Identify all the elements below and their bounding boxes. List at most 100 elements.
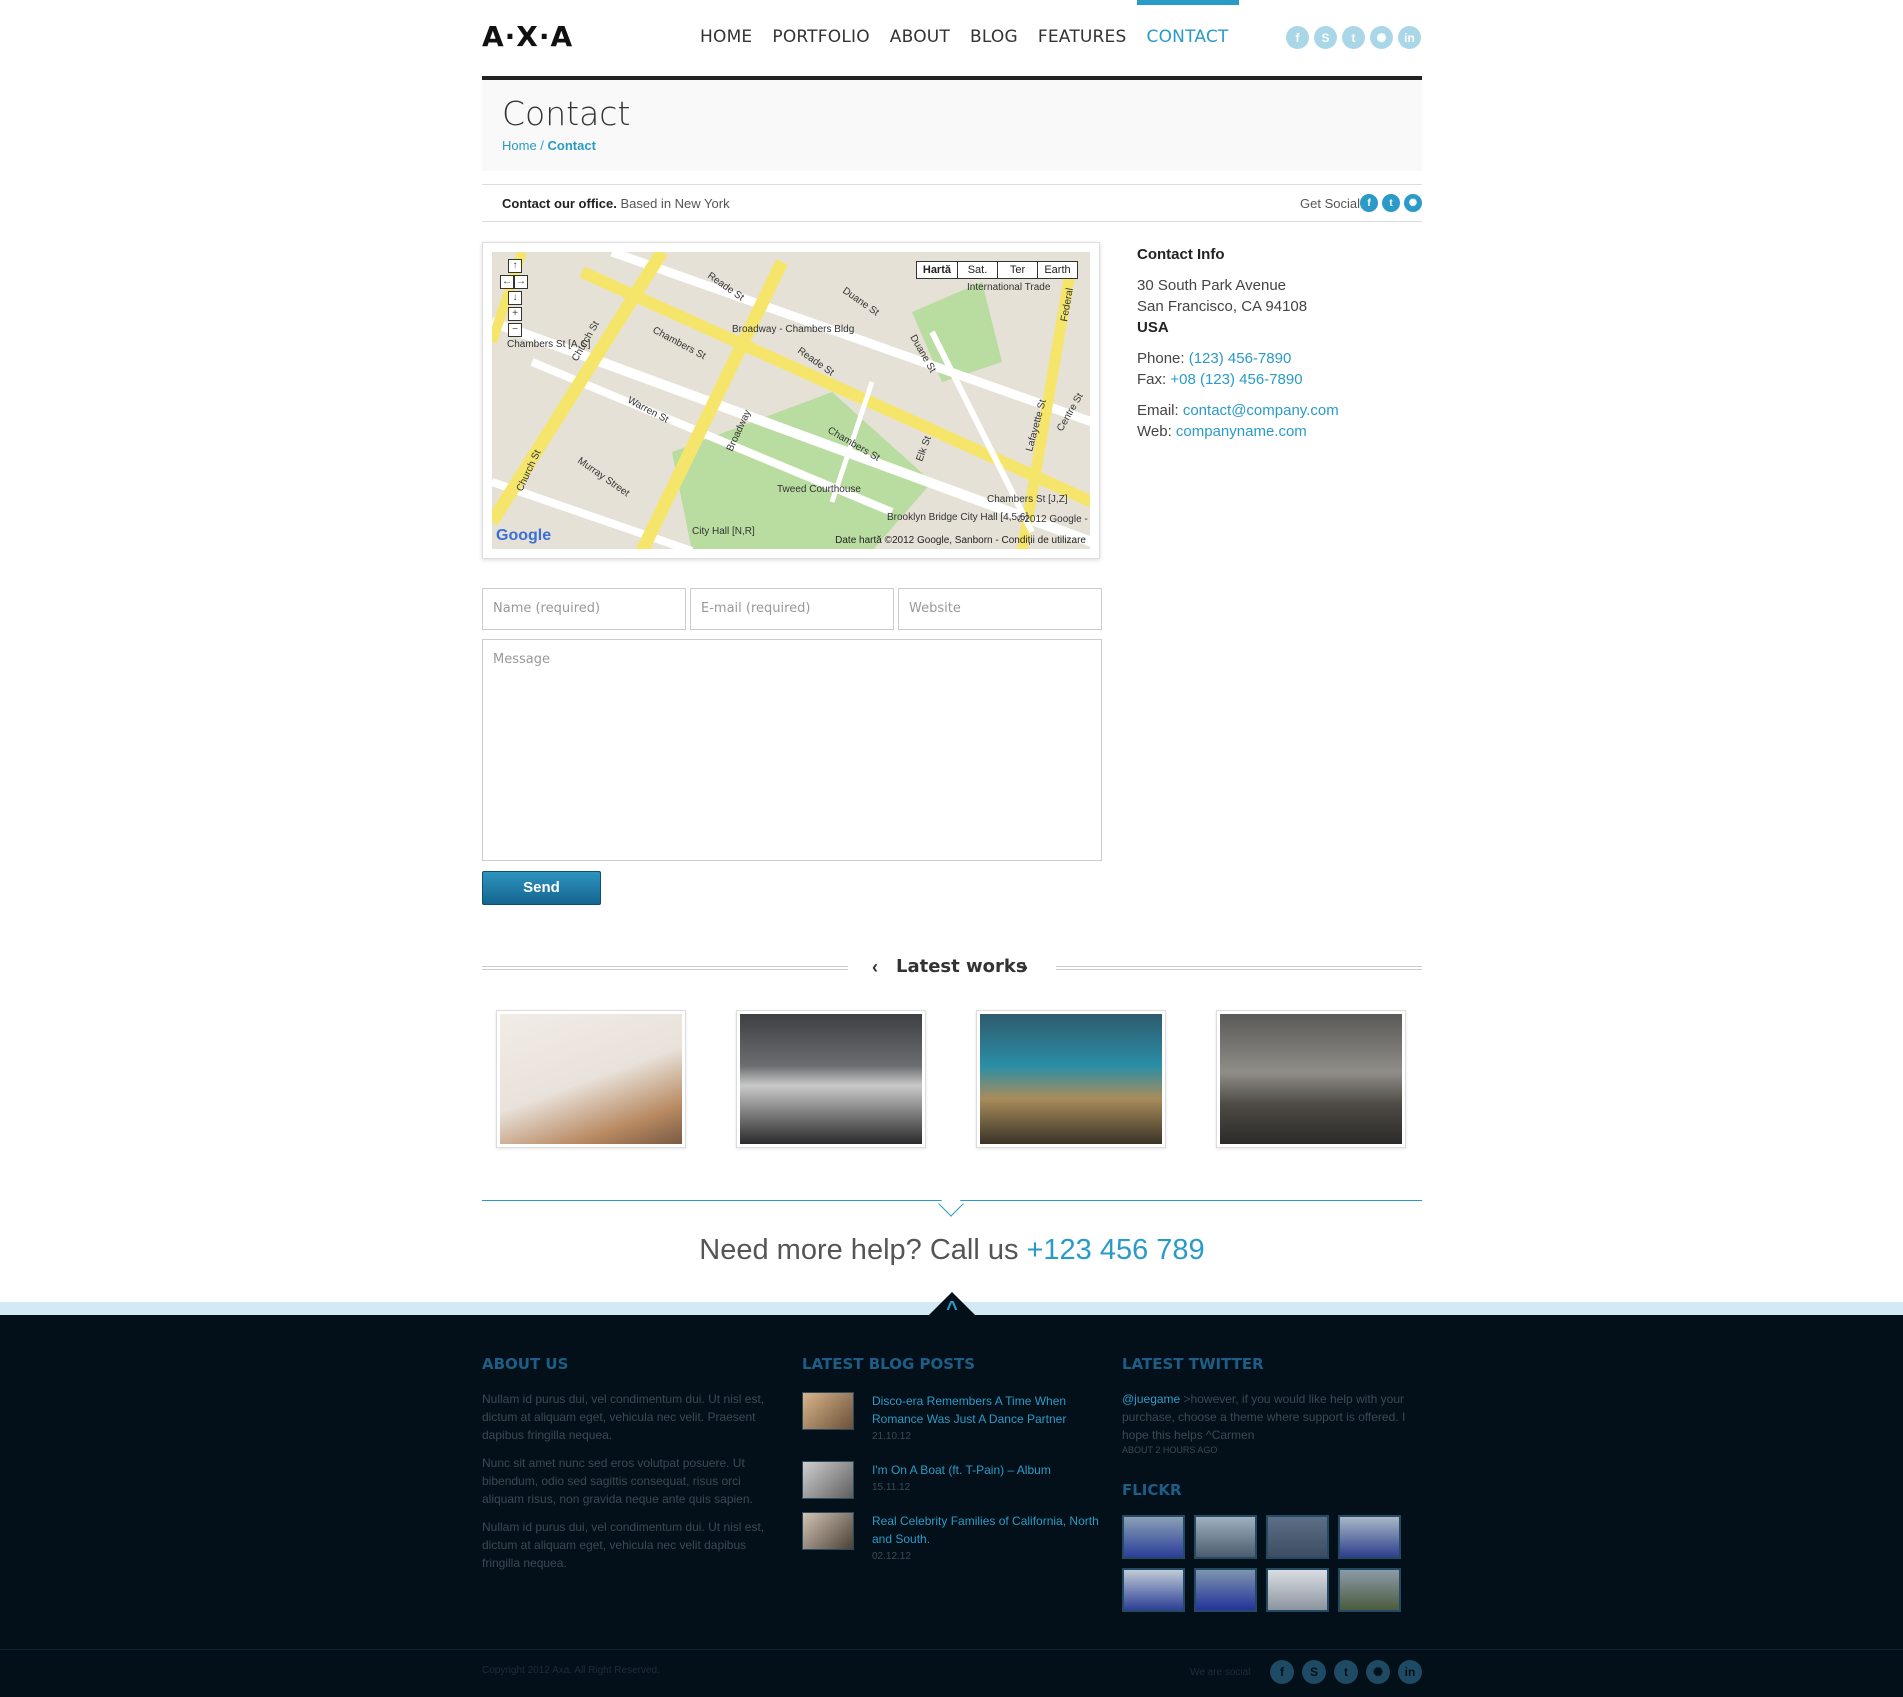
divider — [1056, 966, 1422, 970]
flickr-thumbnail[interactable] — [1338, 1568, 1401, 1612]
flickr-thumbnail[interactable] — [1266, 1568, 1329, 1612]
work-thumbnail[interactable] — [736, 1010, 926, 1148]
breadcrumb-home[interactable]: Home — [502, 138, 537, 153]
flickr-thumbnail[interactable] — [1194, 1515, 1257, 1559]
latest-works-title: Latest works — [896, 956, 1027, 977]
flickr-thumbnail[interactable] — [1122, 1568, 1185, 1612]
work-image — [740, 1014, 922, 1144]
skype-icon[interactable]: S — [1302, 1660, 1326, 1684]
phone-label: Phone: — [1137, 350, 1189, 367]
nav-features[interactable]: FEATURES — [1028, 0, 1137, 60]
dribbble-icon[interactable]: ✺ — [1370, 26, 1393, 49]
dribbble-icon[interactable]: ✺ — [1404, 194, 1422, 212]
email-input[interactable]: E-mail (required) — [690, 588, 894, 630]
website-input[interactable]: Website — [898, 588, 1102, 630]
map-label: Elk St — [914, 435, 933, 464]
linkedin-icon[interactable]: in — [1398, 1660, 1422, 1684]
map-label: Chambers St — [826, 425, 882, 464]
map-type-earth[interactable]: Earth — [1037, 262, 1077, 278]
map-type-map[interactable]: Hartă — [917, 262, 957, 278]
we-are-social-label: We are social — [1190, 1667, 1251, 1678]
map-type-terrain[interactable]: Ter — [997, 262, 1037, 278]
address-country: USA — [1137, 319, 1169, 336]
nav-portfolio[interactable]: PORTFOLIO — [762, 0, 879, 60]
map-label: Tweed Courthouse — [777, 484, 861, 495]
map-type-satellite[interactable]: Sat. — [957, 262, 997, 278]
help-phone[interactable]: +123 456 789 — [1026, 1234, 1204, 1266]
blog-post-title[interactable]: Real Celebrity Families of California, N… — [872, 1514, 1099, 1546]
map-label: Warren St — [626, 395, 671, 426]
pan-up-icon[interactable]: ↑ — [508, 259, 522, 273]
dribbble-icon[interactable]: ✺ — [1366, 1660, 1390, 1684]
email-link[interactable]: contact@company.com — [1183, 402, 1339, 419]
blog-thumbnail[interactable] — [802, 1512, 854, 1550]
help-callout: Need more help? Call us +123 456 789 — [482, 1234, 1422, 1267]
facebook-icon[interactable]: f — [1360, 194, 1378, 212]
blog-thumbnail[interactable] — [802, 1461, 854, 1499]
name-input[interactable]: Name (required) — [482, 588, 686, 630]
work-thumbnail[interactable] — [496, 1010, 686, 1148]
google-logo[interactable]: Google — [496, 527, 551, 545]
message-textarea[interactable]: Message — [482, 639, 1102, 861]
work-thumbnail[interactable] — [1216, 1010, 1406, 1148]
flickr-thumbnail[interactable] — [1122, 1515, 1185, 1559]
map-label: Lafayette St — [1024, 398, 1048, 453]
flickr-thumbnail[interactable] — [1194, 1568, 1257, 1612]
twitter-icon[interactable]: t — [1342, 26, 1365, 49]
about-paragraph: Nullam id purus dui, vel condimentum dui… — [482, 1392, 765, 1442]
blog-post-title[interactable]: Disco-era Remembers A Time When Romance … — [872, 1394, 1066, 1426]
google-map[interactable]: Chambers St [A,C] Church St Reade St Cha… — [482, 242, 1100, 559]
blog-heading: LATEST BLOG POSTS — [802, 1355, 976, 1373]
tweet-user-link[interactable]: @juegame — [1122, 1392, 1180, 1406]
info-bar: Contact our office. Based in New York Ge… — [482, 184, 1422, 222]
works-prev-button[interactable]: ‹ — [872, 957, 878, 978]
nav-home[interactable]: HOME — [690, 0, 762, 60]
site-logo[interactable]: A·X·A — [482, 20, 573, 53]
map-label: Murray Street — [575, 455, 631, 499]
about-heading: ABOUT US — [482, 1355, 569, 1373]
email-label: Email: — [1137, 402, 1183, 419]
map-label: Broadway - Chambers Bldg — [732, 324, 854, 335]
map-label: Duane St — [907, 333, 937, 375]
phone-link[interactable]: (123) 456-7890 — [1189, 350, 1292, 367]
twitter-icon[interactable]: t — [1382, 194, 1400, 212]
pan-right-icon[interactable]: → — [514, 275, 528, 289]
breadcrumb-current: Contact — [547, 138, 596, 153]
page-title-bar: Contact Home / Contact — [482, 76, 1422, 171]
page-title: Contact — [502, 94, 631, 133]
linkedin-icon[interactable]: in — [1398, 26, 1421, 49]
blog-thumbnail[interactable] — [802, 1392, 854, 1430]
facebook-icon[interactable]: f — [1270, 1660, 1294, 1684]
map-label: Reade St — [705, 270, 746, 303]
map-label: Centre St — [1055, 391, 1086, 433]
work-thumbnail[interactable] — [976, 1010, 1166, 1148]
help-text: Need more help? Call us — [699, 1234, 1019, 1266]
pan-left-icon[interactable]: ← — [500, 275, 514, 289]
map-label: Chambers St [J,Z] — [987, 494, 1068, 505]
footer-social: f S t ✺ in — [1270, 1660, 1422, 1684]
web-row: Web: companyname.com — [1137, 421, 1339, 442]
web-link[interactable]: companyname.com — [1176, 423, 1307, 440]
nav-contact[interactable]: CONTACT — [1136, 0, 1239, 60]
fax-link[interactable]: +08 (123) 456-7890 — [1170, 371, 1302, 388]
works-next-button[interactable]: › — [1022, 957, 1028, 978]
pan-down-icon[interactable]: ↓ — [508, 291, 522, 305]
send-button[interactable]: Send — [482, 871, 601, 905]
facebook-icon[interactable]: f — [1286, 26, 1309, 49]
flickr-thumbnail[interactable] — [1266, 1515, 1329, 1559]
skype-icon[interactable]: S — [1314, 26, 1337, 49]
chevron-up-icon[interactable]: ^ — [940, 1298, 964, 1321]
fax-row: Fax: +08 (123) 456-7890 — [1137, 369, 1339, 390]
zoom-in-icon[interactable]: + — [508, 307, 522, 321]
work-image — [500, 1014, 682, 1144]
zoom-out-icon[interactable]: − — [508, 323, 522, 337]
map-pan-zoom-control[interactable]: ↑ ← → ↓ + − — [500, 259, 532, 339]
map-canvas[interactable]: Chambers St [A,C] Church St Reade St Cha… — [492, 252, 1090, 549]
flickr-thumbnail[interactable] — [1338, 1515, 1401, 1559]
twitter-icon[interactable]: t — [1334, 1660, 1358, 1684]
about-text: Nullam id purus dui, vel condimentum dui… — [482, 1390, 772, 1582]
blog-post-title[interactable]: I'm On A Boat (ft. T-Pain) – Album — [872, 1463, 1051, 1477]
map-label: Chambers St — [651, 325, 708, 362]
nav-about[interactable]: ABOUT — [880, 0, 960, 60]
nav-blog[interactable]: BLOG — [960, 0, 1028, 60]
